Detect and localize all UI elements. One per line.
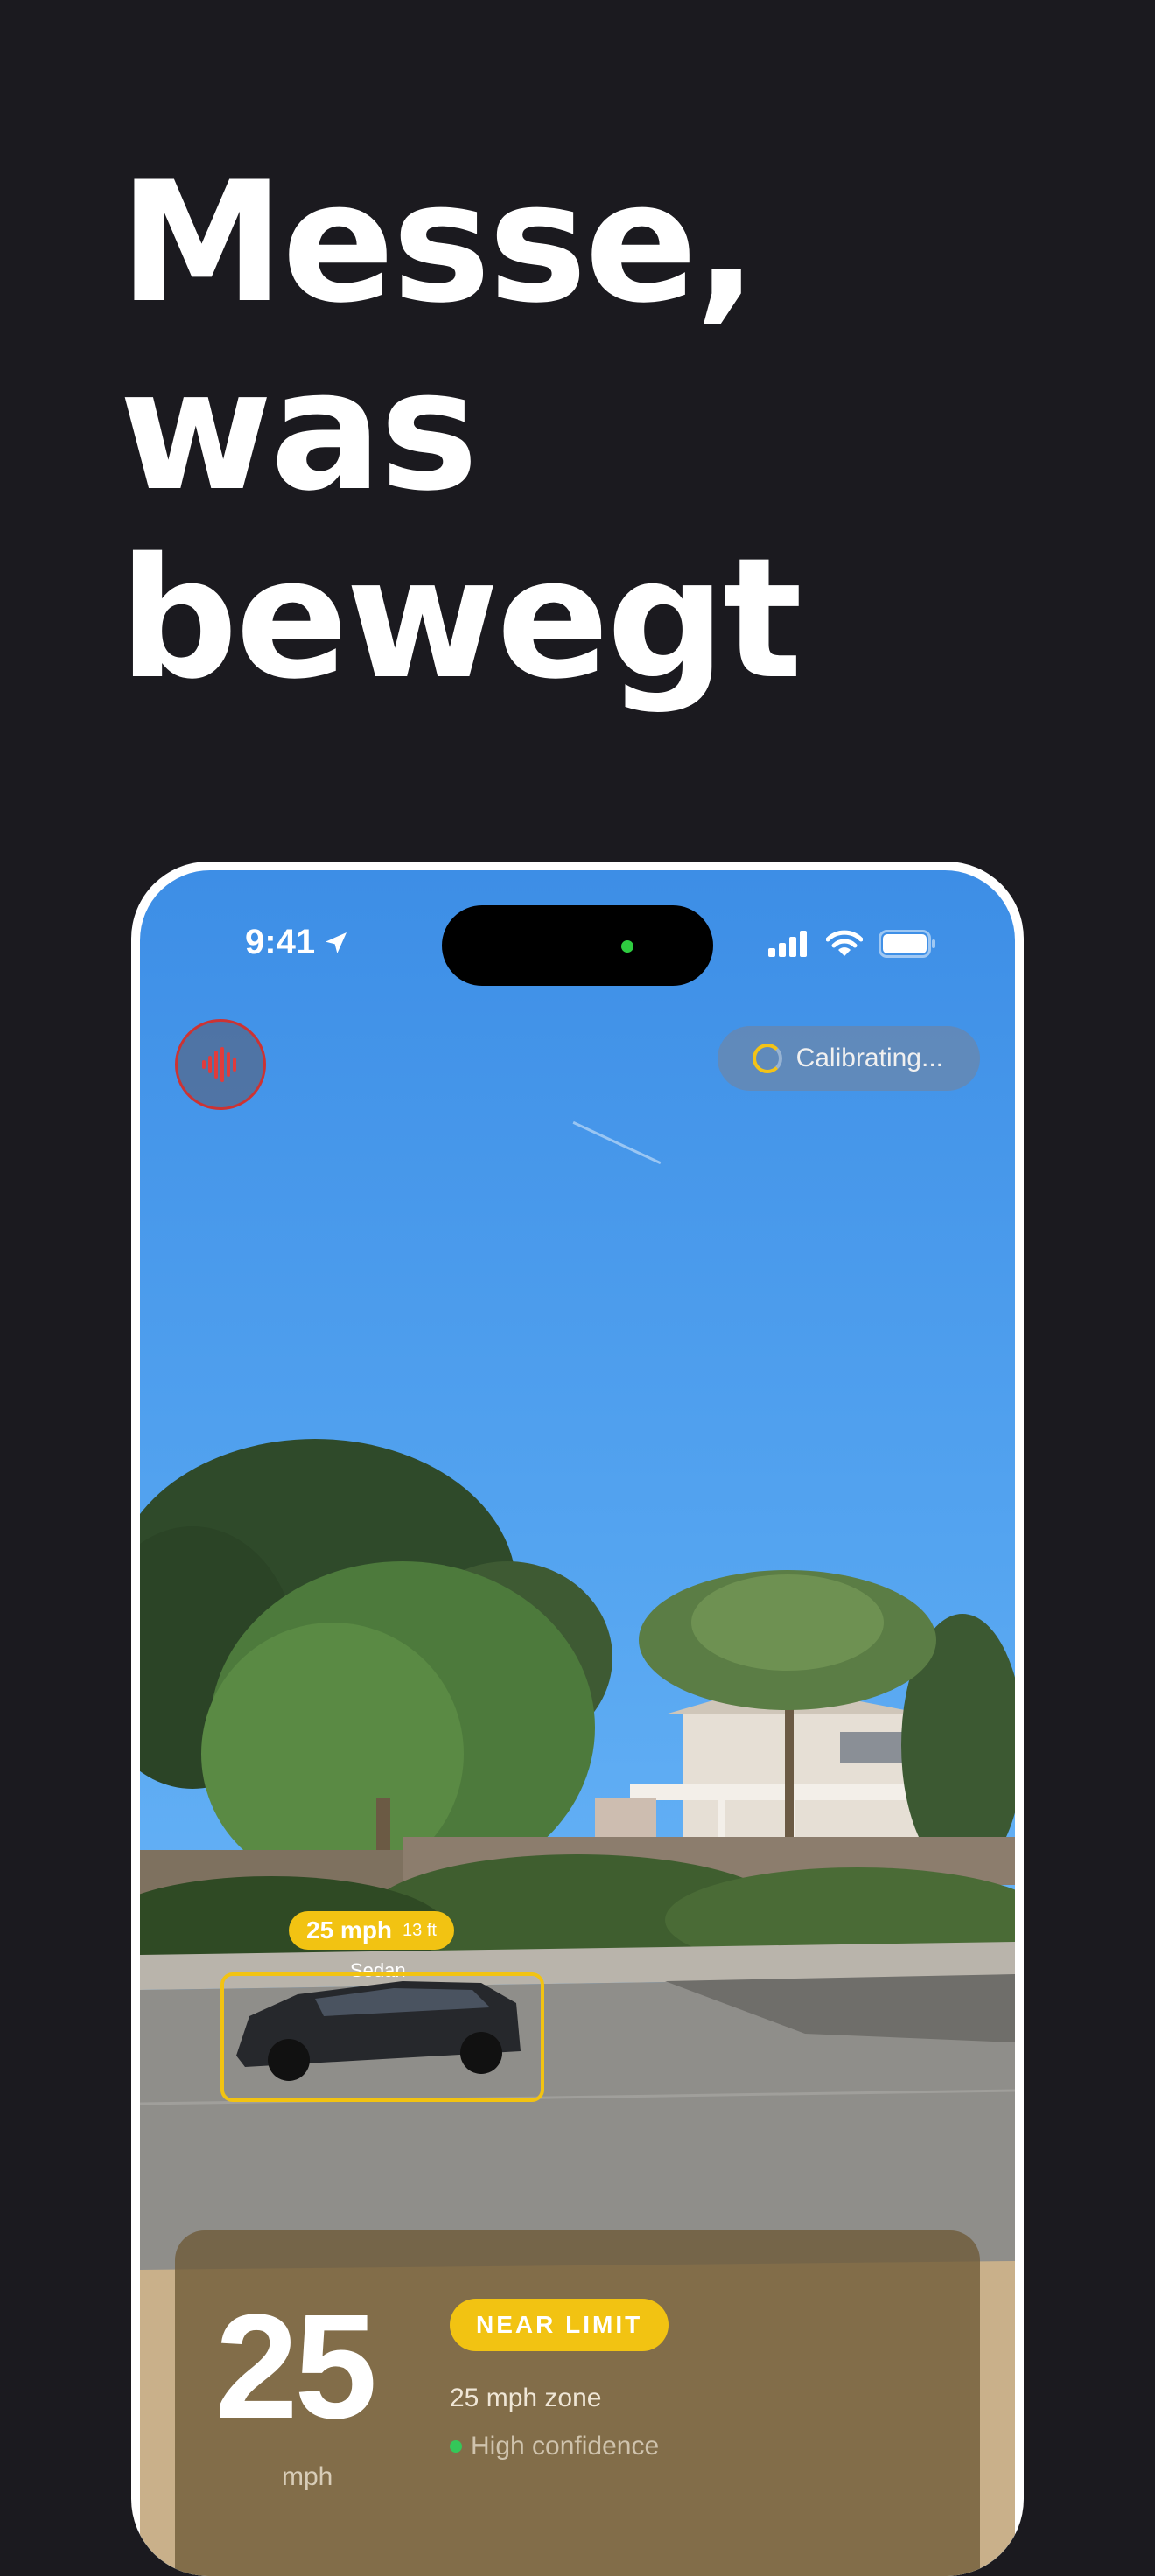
dynamic-island (442, 905, 713, 986)
status-time: 9:41 (245, 923, 350, 962)
confidence-indicator: High confidence (450, 2432, 659, 2461)
time-text: 9:41 (245, 923, 316, 961)
battery-icon (878, 930, 935, 958)
loading-spinner-icon (752, 1044, 782, 1073)
detection-distance: 13 ft (402, 1920, 437, 1940)
camera-indicator-dot (621, 940, 634, 953)
confidence-text: High confidence (471, 2432, 660, 2461)
speed-panel: 25 mph NEAR LIMIT 25 mph zone High confi… (175, 2230, 980, 2576)
camera-view: 9:41 Calibrating... 25 mph 13 ft Sedan 2… (140, 870, 1015, 2576)
phone-frame: 9:41 Calibrating... 25 mph 13 ft Sedan 2… (131, 862, 1024, 2576)
detection-speed: 25 mph (306, 1916, 393, 1944)
headline-line-3: bewegt (119, 522, 802, 716)
near-limit-badge: NEAR LIMIT (450, 2299, 669, 2351)
speed-unit: mph (282, 2462, 333, 2491)
headline-line-1: Messe, (119, 146, 758, 339)
speed-value: 25 (215, 2284, 377, 2450)
calibration-pill[interactable]: Calibrating... (717, 1026, 980, 1091)
detection-bounding-box[interactable] (220, 1972, 544, 2102)
speed-zone: 25 mph zone (450, 2384, 602, 2412)
wifi-icon (826, 930, 863, 956)
calibration-text: Calibrating... (795, 1044, 943, 1072)
confidence-dot-icon (450, 2440, 462, 2453)
detection-label: 25 mph 13 ft (289, 1911, 454, 1950)
headline: Messe, was bewegt (119, 146, 802, 716)
headline-line-2: was (119, 334, 479, 527)
record-button[interactable] (175, 1019, 266, 1110)
location-arrow-icon (326, 932, 347, 953)
status-icons (768, 930, 936, 958)
cellular-signal-icon (768, 931, 807, 957)
waveform-icon (202, 1047, 236, 1082)
